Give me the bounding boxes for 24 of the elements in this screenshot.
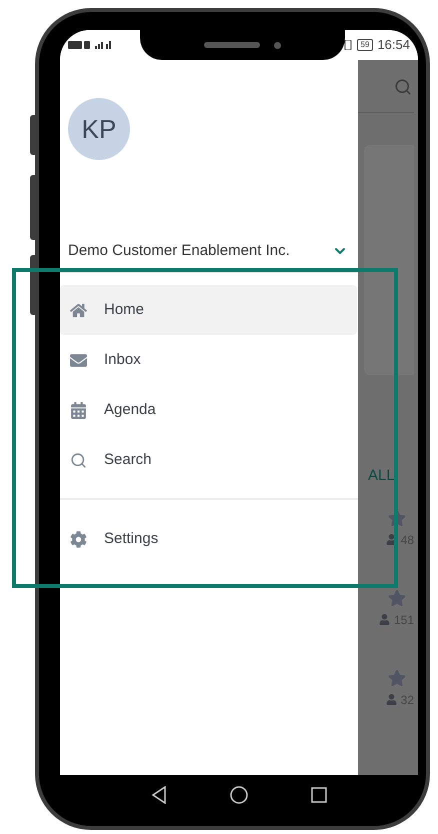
camera-icon	[274, 42, 281, 48]
envelope-icon	[70, 352, 87, 368]
settings-icon	[70, 530, 87, 548]
person-icon	[386, 694, 397, 705]
star-icon	[388, 588, 406, 606]
home-circle-icon[interactable]	[230, 786, 248, 804]
calendar-icon	[70, 402, 87, 418]
battery-level: 59	[356, 39, 374, 51]
organization-selector[interactable]: Demo Customer Enablement Inc.	[60, 230, 358, 272]
vibrate-icon	[342, 40, 353, 50]
status-time: 16:54	[377, 36, 410, 54]
back-icon[interactable]	[151, 786, 168, 804]
person-icon	[386, 534, 397, 545]
square-icon[interactable]	[310, 787, 327, 803]
search-icon	[70, 452, 87, 468]
star-icon	[388, 508, 406, 526]
search-icon	[394, 78, 412, 96]
avatar: KP	[68, 98, 130, 160]
signal-icon	[68, 40, 112, 50]
home-icon	[70, 302, 87, 318]
speaker-icon	[204, 42, 260, 48]
person-icon	[378, 614, 390, 625]
star-icon	[388, 668, 406, 686]
menu-item[interactable]: Home	[60, 285, 357, 335]
